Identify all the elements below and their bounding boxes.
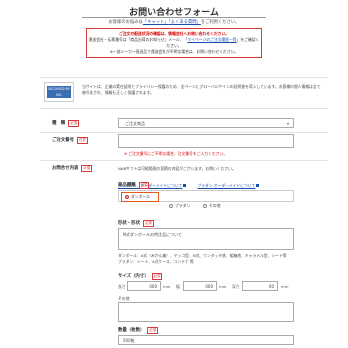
order-no-label: ご注文番号 任意 <box>52 137 88 144</box>
intro-text: お客様のお悩みは「キャット」「よくある質問」をご利用ください。 <box>0 19 348 25</box>
puradan-order-link[interactable]: プラダン オーダーメイドについて <box>197 183 255 188</box>
quantity-input[interactable]: 500枚 <box>118 335 294 345</box>
radio-checked-icon <box>125 195 129 199</box>
category-label: 種 類必須 <box>52 120 79 127</box>
ssl-badge: SECURED BY SSL <box>44 82 74 102</box>
divider <box>40 132 328 133</box>
required-badge: 必須 <box>147 327 159 334</box>
size-length-value: 000 <box>149 284 157 289</box>
quantity-label-text: 数量（枚数） <box>118 328 145 333</box>
link-faq[interactable]: 「よくある質問」 <box>169 20 201 25</box>
ssl-section: SECURED BY SSL 当サイトは、企業の実在証明とプライバシー保護のため… <box>44 82 324 104</box>
required-badge: 任意 <box>76 137 88 144</box>
required-badge: 必須 <box>151 273 163 280</box>
radio-label: プラダン <box>175 203 191 208</box>
external-link-icon <box>256 184 260 187</box>
shape-examples: ダンボール：A式（みかん箱）、ヤッコ型、N式、ワンタッチ底、組箱底、キャラメル型… <box>118 253 298 265</box>
radio-label: その他 <box>209 203 221 208</box>
order-no-input[interactable] <box>118 134 294 148</box>
quantity-label: 数量（枚数） 必須 <box>118 327 159 334</box>
radio-option-puradan[interactable]: プラダン <box>169 193 190 212</box>
chevron-down-icon: ▾ <box>286 121 289 126</box>
other-textarea[interactable] <box>118 302 294 322</box>
shape-label-text: 形状・形状 <box>118 221 140 226</box>
radio-unchecked-icon <box>203 204 207 208</box>
shape-textarea-value: N式ダンボールの特注品について <box>123 232 182 237</box>
shape-label: 形状・形状 必須 <box>118 220 154 227</box>
product-type-label-text: 商品種類 <box>118 183 136 188</box>
size-fields: 長さ 000 mm 幅 000 mm 深さ 00 mm <box>118 281 298 293</box>
title-divider <box>82 17 266 18</box>
link-cat[interactable]: 「キャット」 <box>143 20 169 25</box>
intro-suffix: をご利用ください。 <box>200 20 240 25</box>
required-badge: 必須 <box>81 165 93 172</box>
external-link-icon <box>183 184 187 187</box>
product-type-label: 商品種類 必須 <box>118 182 150 189</box>
divider <box>40 108 328 109</box>
notice-line-2-prefix: 運送会社・伝票番号は「商品出荷のお知らせ」メール、「 <box>88 37 188 42</box>
required-badge: 必須 <box>138 182 150 189</box>
divider <box>40 160 328 161</box>
size-depth-value: 00 <box>268 284 274 289</box>
required-badge: 必須 <box>142 220 154 227</box>
radio-option-danboru[interactable]: ダンボール <box>121 192 159 202</box>
category-label-text: 種 類 <box>52 121 66 126</box>
quantity-value: 500枚 <box>123 338 135 343</box>
size-width-value: 000 <box>205 284 213 289</box>
category-select-value: ご注文商品 <box>125 121 145 126</box>
ssl-badge-text: SECURED BY SSL <box>47 86 71 98</box>
radio-unchecked-icon <box>169 204 173 208</box>
size-width-input[interactable]: 000 <box>183 281 217 291</box>
size-length-input[interactable]: 000 <box>127 281 161 291</box>
inquiry-label: お問合せ内容 必須 <box>52 165 93 172</box>
notice-line-2: 運送会社・伝票番号は「商品出荷のお知らせ」メール、「マイページのご注文履歴一覧」… <box>87 37 261 49</box>
order-history-link[interactable]: マイページのご注文履歴一覧 <box>187 37 236 42</box>
required-badge: 必須 <box>68 120 79 127</box>
shipping-notice: ご注文の配送状況の確認は、情報会社へお問い合わせください。 運送会社・伝票番号は… <box>86 28 262 58</box>
notice-line-3: ※一部メーカー直送品で運送会社が不明な場合は、お問い合わせください。 <box>109 49 239 54</box>
radio-option-other[interactable]: その他 <box>203 193 220 212</box>
radio-label: ダンボール <box>131 194 150 199</box>
size-label: サイズ（内寸） 必須 <box>118 273 163 280</box>
size-depth-prefix: 深さ <box>232 284 240 289</box>
size-width-prefix: 幅 <box>176 284 180 289</box>
size-depth-unit: mm <box>281 284 289 289</box>
product-type-radio-group: ダンボール プラダン その他 <box>118 190 294 208</box>
size-depth-input[interactable]: 00 <box>242 281 278 291</box>
intro-prefix: お客様のお悩みは <box>108 20 143 25</box>
size-length-prefix: 長さ <box>118 284 126 289</box>
shape-examples-puradan: プラダン：シート、A式ケース、コンテナ 等 <box>118 259 194 264</box>
size-width-unit: mm <box>219 284 227 289</box>
inquiry-label-text: お問合せ内容 <box>52 166 79 171</box>
order-no-note: ※ ご注文番号にご不明な場合、注文番号をご入力ください。 <box>124 151 228 156</box>
divider <box>40 77 328 78</box>
order-no-label-text: ご注文番号 <box>52 138 74 143</box>
shape-textarea[interactable]: N式ダンボールの特注品について <box>118 228 294 250</box>
size-label-text: サイズ（内寸） <box>118 274 149 279</box>
size-length-unit: mm <box>163 284 171 289</box>
category-select[interactable]: ご注文商品 ▾ <box>118 118 294 128</box>
ssl-description: 当サイトは、企業の実在証明とプライバシー保護のため、全ページにグローバルサインの… <box>82 84 321 95</box>
